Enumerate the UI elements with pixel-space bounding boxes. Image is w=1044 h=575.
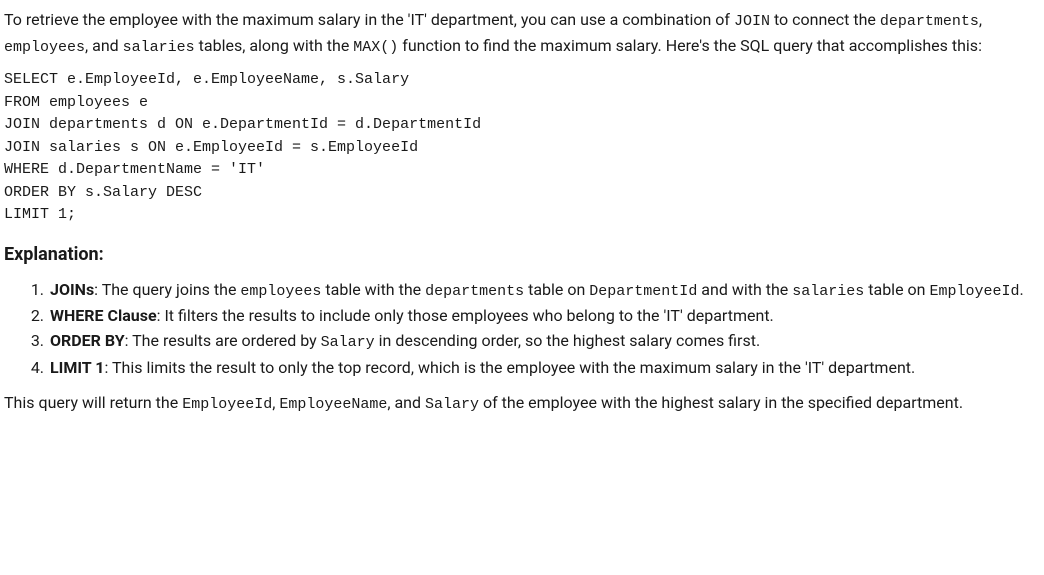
intro-text: To retrieve the employee with the maximu…	[4, 10, 734, 29]
intro-text: to connect the	[770, 10, 880, 29]
item-text: : The results are ordered by	[125, 331, 321, 350]
intro-text: function to find the maximum salary. Her…	[398, 36, 982, 55]
item-text: : This limits the result to only the top…	[104, 358, 915, 377]
intro-text: tables, along with the	[195, 36, 354, 55]
list-item: WHERE Clause: It filters the results to …	[48, 304, 1040, 327]
item-text: : It filters the results to include only…	[157, 306, 774, 325]
explanation-list: JOINs: The query joins the employees tab…	[4, 278, 1040, 380]
code-salaries: salaries	[123, 39, 195, 56]
code-join: JOIN	[734, 13, 770, 30]
list-item: JOINs: The query joins the employees tab…	[48, 278, 1040, 303]
item-text: in descending order, so the highest sala…	[375, 331, 761, 350]
item-text: : The query joins the	[94, 280, 240, 299]
sql-code-block: SELECT e.EmployeeId, e.EmployeeName, s.S…	[4, 69, 1040, 227]
code-inline: employees	[240, 283, 321, 300]
item-title: JOINs	[50, 280, 94, 299]
intro-text: ,	[979, 10, 982, 29]
code-inline: EmployeeName	[279, 396, 387, 413]
list-item: ORDER BY: The results are ordered by Sal…	[48, 329, 1040, 354]
code-inline: DepartmentId	[589, 283, 697, 300]
intro-paragraph: To retrieve the employee with the maximu…	[4, 8, 1040, 59]
code-departments: departments	[880, 13, 979, 30]
explanation-heading: Explanation:	[4, 241, 1040, 268]
code-inline: Salary	[425, 396, 479, 413]
code-inline: departments	[425, 283, 524, 300]
item-title: WHERE Clause	[50, 306, 157, 325]
closing-paragraph: This query will return the EmployeeId, E…	[4, 391, 1040, 417]
code-inline: EmployeeId	[182, 396, 272, 413]
item-text: and with the	[697, 280, 792, 299]
item-title: ORDER BY	[50, 331, 125, 350]
closing-text: , and	[387, 393, 425, 412]
intro-text: , and	[85, 36, 123, 55]
code-inline: salaries	[792, 283, 864, 300]
closing-text: This query will return the	[4, 393, 182, 412]
code-employees: employees	[4, 39, 85, 56]
list-item: LIMIT 1: This limits the result to only …	[48, 356, 1040, 379]
item-text: table on	[864, 280, 929, 299]
code-inline: Salary	[321, 334, 375, 351]
code-inline: EmployeeId	[929, 283, 1019, 300]
closing-text: of the employee with the highest salary …	[479, 393, 963, 412]
item-text: table with the	[321, 280, 425, 299]
item-text: table on	[524, 280, 589, 299]
code-max: MAX()	[353, 39, 398, 56]
item-title: LIMIT 1	[50, 358, 104, 377]
item-text: .	[1019, 280, 1023, 299]
